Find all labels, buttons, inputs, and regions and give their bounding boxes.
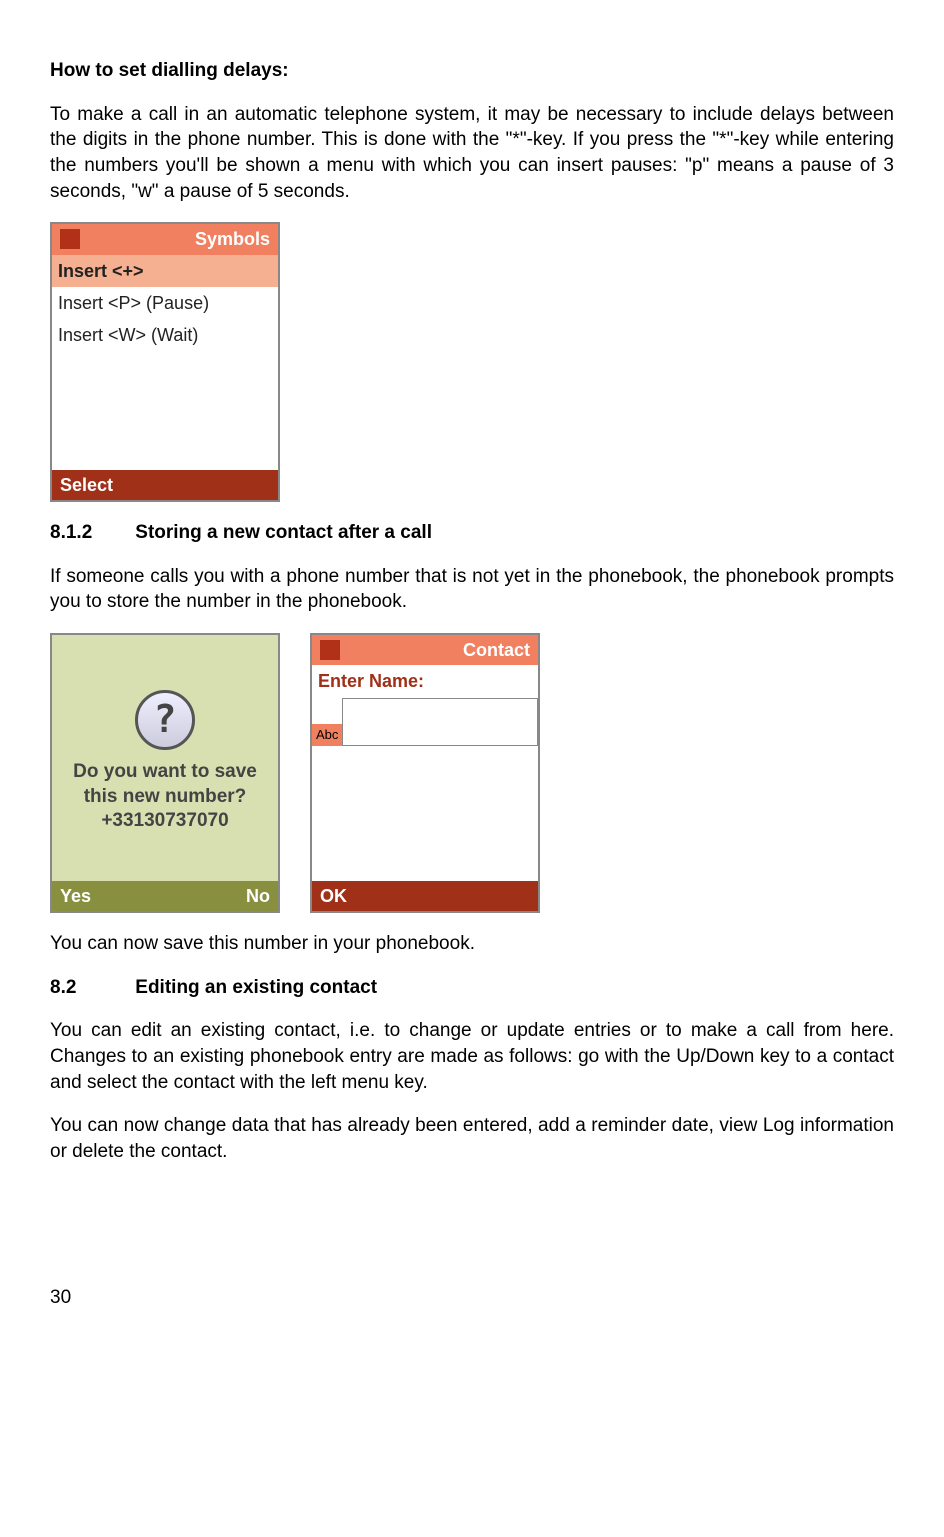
- contact-footer: OK: [312, 881, 538, 911]
- screen-title: Symbols: [195, 227, 270, 251]
- softkey-ok: OK: [320, 884, 347, 908]
- heading-text: Editing an existing contact: [135, 977, 377, 998]
- contact-body: Enter Name: Abc: [312, 665, 538, 880]
- enter-name-screenshot: Contact Enter Name: Abc OK: [310, 633, 540, 913]
- storing-contact-paragraph: If someone calls you with a phone number…: [50, 564, 894, 615]
- page-number: 30: [50, 1285, 894, 1311]
- heading-8-1-2: 8.1.2 Storing a new contact after a call: [50, 520, 894, 546]
- heading-8-2: 8.2 Editing an existing contact: [50, 975, 894, 1001]
- menu-item-insert-wait: Insert <W> (Wait): [52, 319, 278, 351]
- heading-number: 8.2: [50, 975, 130, 1001]
- screen-header: Symbols: [52, 224, 278, 254]
- screenshots-row: ? Do you want to save this new number? +…: [50, 633, 894, 913]
- screen-title: Contact: [463, 638, 530, 662]
- screen-footer: Select: [52, 470, 278, 500]
- save-number-prompt-screenshot: ? Do you want to save this new number? +…: [50, 633, 280, 913]
- editing-paragraph-2: You can now change data that has already…: [50, 1113, 894, 1164]
- save-confirmation-paragraph: You can now save this number in your pho…: [50, 931, 894, 957]
- softkey-no: No: [246, 884, 270, 908]
- prompt-footer: Yes No: [52, 881, 278, 911]
- menu-item-insert-plus: Insert <+>: [52, 255, 278, 287]
- name-input-field: [342, 698, 538, 746]
- input-mode-badge: Abc: [312, 724, 342, 746]
- editing-paragraph-1: You can edit an existing contact, i.e. t…: [50, 1018, 894, 1095]
- softkey-yes: Yes: [60, 884, 91, 908]
- symbols-menu-screenshot: Symbols Insert <+> Insert <P> (Pause) In…: [50, 222, 280, 502]
- intro-paragraph: To make a call in an automatic telephone…: [50, 102, 894, 205]
- section-intro-title: How to set dialling delays:: [50, 58, 894, 84]
- prompt-body: ? Do you want to save this new number? +…: [52, 635, 278, 881]
- screen-header: Contact: [312, 635, 538, 665]
- prompt-text: Do you want to save this new number? +33…: [63, 760, 267, 834]
- menu-body: Insert <+> Insert <P> (Pause) Insert <W>…: [52, 255, 278, 470]
- heading-text: Storing a new contact after a call: [135, 522, 432, 543]
- contact-icon: [320, 640, 340, 660]
- softkey-select: Select: [60, 473, 113, 497]
- phonebook-icon: [60, 229, 80, 249]
- heading-number: 8.1.2: [50, 520, 130, 546]
- enter-name-label: Enter Name:: [312, 665, 538, 697]
- question-icon: ?: [135, 690, 195, 750]
- menu-item-insert-pause: Insert <P> (Pause): [52, 287, 278, 319]
